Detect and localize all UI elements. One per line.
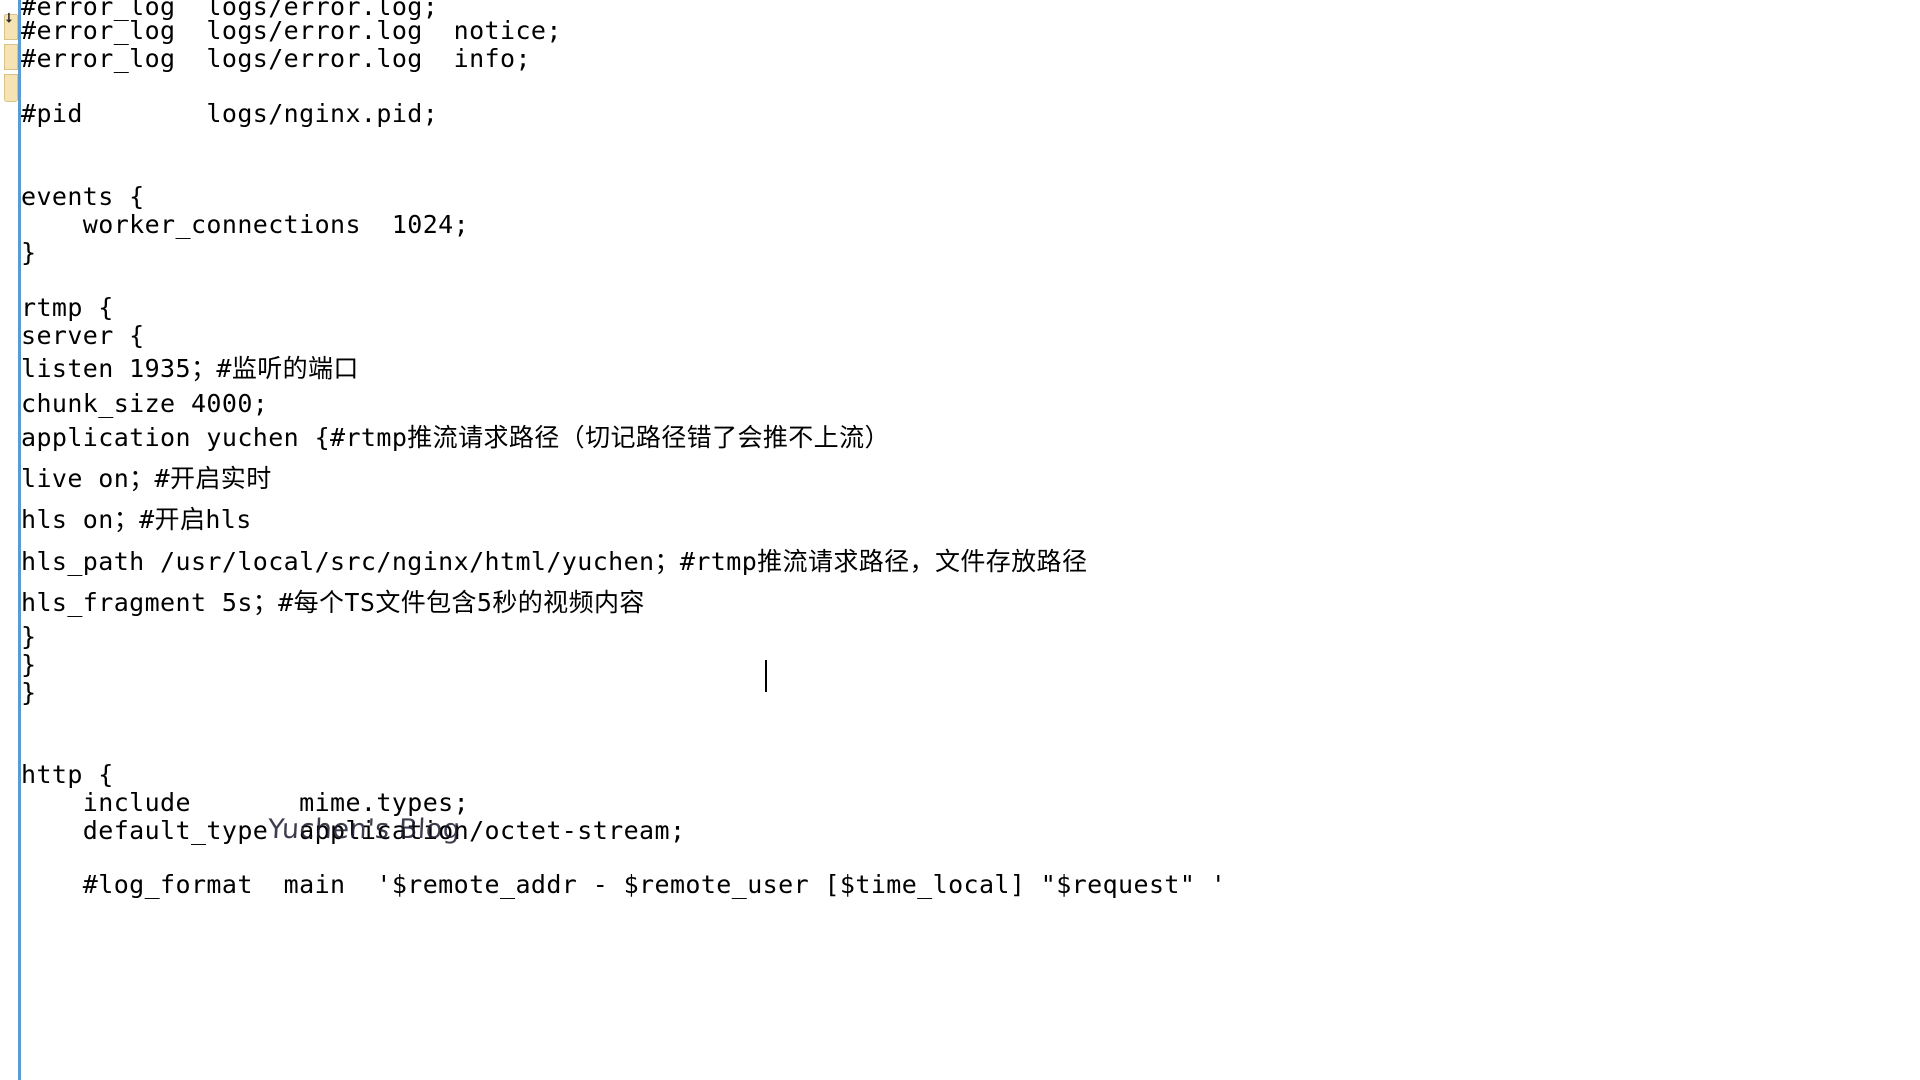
code-line: } bbox=[21, 678, 37, 707]
code-line: live on；#开启实时 bbox=[21, 464, 272, 493]
code-text-area[interactable]: #error_log logs/error.log; #error_log log… bbox=[21, 0, 1920, 1080]
editor-gutter[interactable]: ⭣ bbox=[0, 0, 21, 1080]
code-line: #pid logs/nginx.pid; bbox=[21, 99, 439, 128]
code-line: #error_log logs/error.log info; bbox=[21, 44, 531, 73]
fold-line-marker[interactable] bbox=[4, 44, 18, 70]
text-editor-window: ⭣ #error_log logs/error.log; #error_log l… bbox=[0, 0, 1920, 1080]
code-line: hls_fragment 5s；#每个TS文件包含5秒的视频内容 bbox=[21, 588, 645, 617]
code-line: worker_connections 1024; bbox=[21, 210, 470, 239]
code-line: default_type application/octet-stream; bbox=[21, 816, 686, 845]
code-line: #log_format main '$remote_addr - $remote… bbox=[21, 870, 1227, 899]
text-caret bbox=[765, 660, 767, 692]
code-line: hls_path /usr/local/src/nginx/html/yuche… bbox=[21, 547, 1088, 576]
fold-arrow-icon: ⭣ bbox=[6, 11, 13, 26]
code-line: hls on；#开启hls bbox=[21, 505, 252, 534]
code-line: listen 1935；#监听的端口 bbox=[21, 354, 359, 383]
fold-start-marker[interactable]: ⭣ bbox=[4, 11, 18, 40]
code-line: server { bbox=[21, 321, 145, 350]
fold-end-marker[interactable] bbox=[4, 74, 18, 102]
code-line: chunk_size 4000; bbox=[21, 389, 269, 418]
code-line: application yuchen {#rtmp推流请求路径（切记路径错了会推… bbox=[21, 423, 890, 452]
code-line: } bbox=[21, 238, 37, 267]
